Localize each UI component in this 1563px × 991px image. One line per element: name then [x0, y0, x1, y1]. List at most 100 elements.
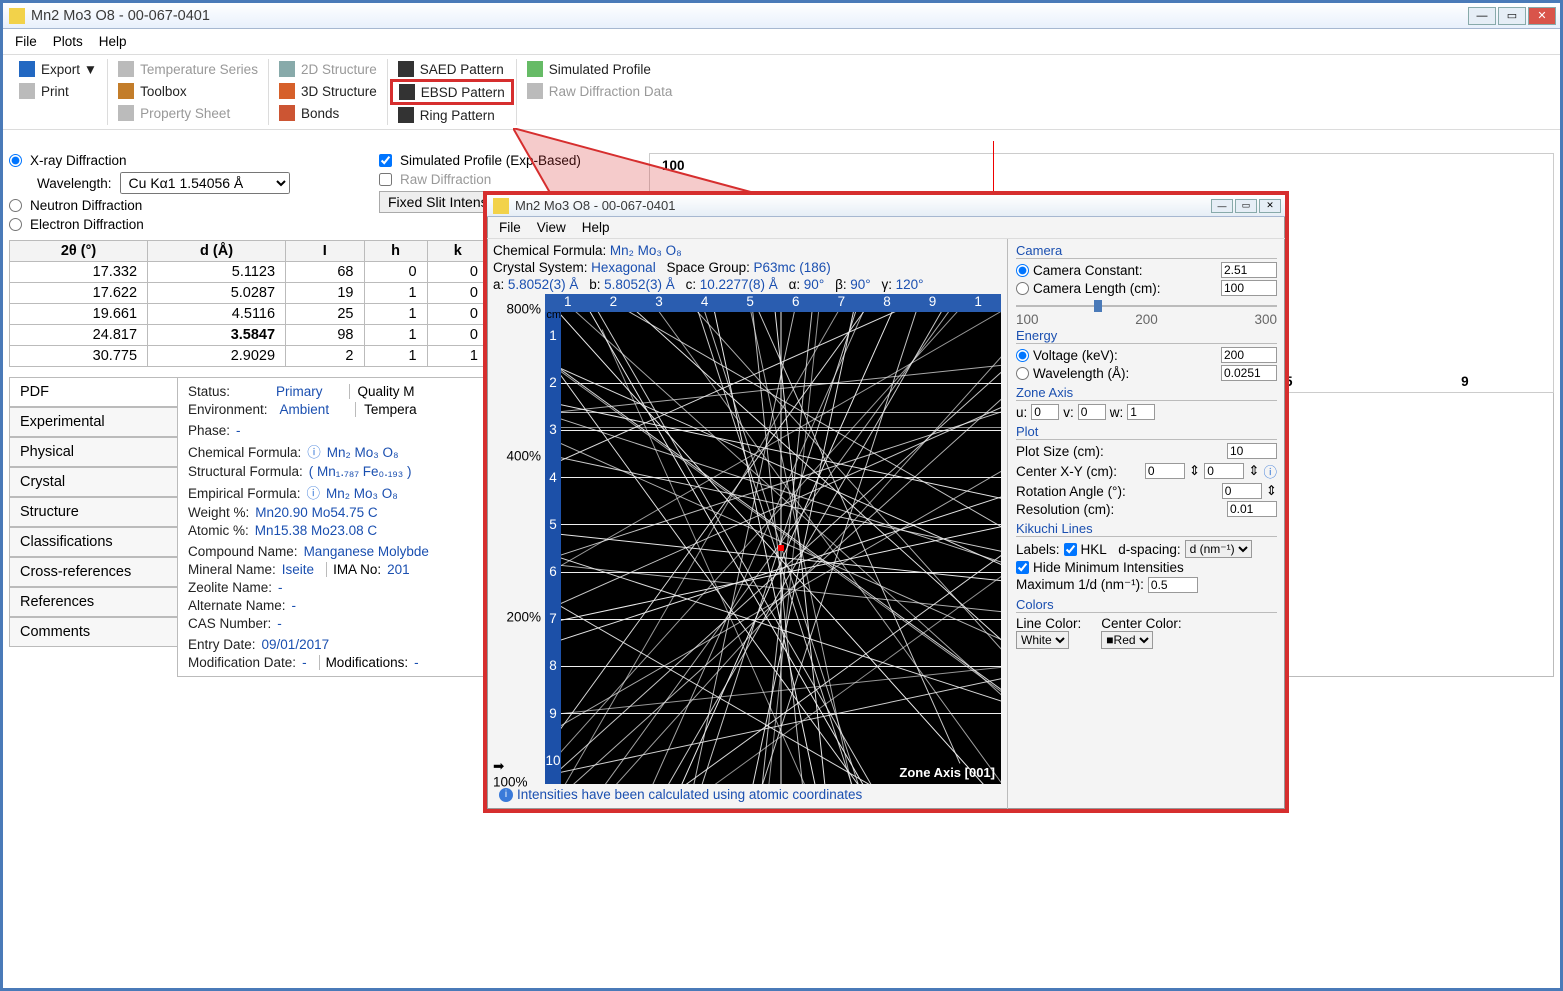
table-header[interactable]: d (Å) [148, 241, 286, 262]
tab-pdf[interactable]: PDF [9, 377, 177, 407]
pattern-y-axis: 800% cm 400% 200% ➡ 100% [493, 294, 545, 784]
data-icon [527, 83, 543, 99]
info-icon[interactable]: ⓘ [1264, 461, 1278, 481]
camera-slider[interactable]: 100200300 [1016, 298, 1277, 314]
window-buttons: — ▭ ✕ [1468, 7, 1556, 25]
wavelength-input[interactable] [1221, 365, 1277, 381]
table-header[interactable]: h [364, 241, 427, 262]
page-icon [118, 61, 134, 77]
xray-radio[interactable]: X-ray Diffraction [9, 153, 359, 168]
bonds-button[interactable]: Bonds [273, 103, 383, 123]
camera-length-radio[interactable] [1016, 282, 1029, 295]
zone-v-input[interactable] [1078, 404, 1106, 420]
table-header[interactable]: k [427, 241, 488, 262]
main-titlebar: Mn2 Mo3 O8 - 00-067-0401 — ▭ ✕ [3, 3, 1560, 29]
line-color-select[interactable]: White [1016, 631, 1069, 649]
tab-cross-references[interactable]: Cross-references [9, 557, 177, 587]
menu-plots[interactable]: Plots [47, 32, 89, 51]
app-icon [493, 198, 509, 214]
print-button[interactable]: Print [13, 81, 103, 101]
popup-menu-help[interactable]: Help [576, 218, 616, 237]
zone-u-input[interactable] [1031, 404, 1059, 420]
popup-minimize-button[interactable]: — [1211, 199, 1233, 213]
simulated-profile-button[interactable]: Simulated Profile [521, 59, 1550, 79]
center-x-input[interactable] [1145, 463, 1185, 479]
raw-diffraction-button[interactable]: Raw Diffraction Data [521, 81, 1550, 101]
tab-references[interactable]: References [9, 587, 177, 617]
main-menubar: File Plots Help [3, 29, 1560, 55]
table-row[interactable]: 17.6225.02871910 [10, 283, 489, 304]
ebsd-pattern-button[interactable]: EBSD Pattern [390, 79, 514, 105]
toolbox-button[interactable]: Toolbox [112, 81, 264, 101]
table-row[interactable]: 19.6614.51162510 [10, 304, 489, 325]
sim-profile-checkbox[interactable] [379, 154, 392, 167]
toolbox-icon [118, 83, 134, 99]
resolution-input[interactable] [1227, 501, 1277, 517]
table-header[interactable]: I [286, 241, 364, 262]
camera-constant-radio[interactable] [1016, 264, 1029, 277]
camera-length-input[interactable] [1221, 280, 1277, 296]
print-icon [19, 83, 35, 99]
pattern-x-axis: 1234567891 [545, 294, 1001, 312]
fixed-slit-button[interactable]: Fixed Slit Intens [379, 191, 497, 213]
table-row[interactable]: 17.3325.11236800 [10, 262, 489, 283]
hide-min-checkbox[interactable] [1016, 561, 1029, 574]
temperature-series-button[interactable]: Temperature Series [112, 59, 264, 79]
zone-axis-label: Zone Axis [001] [899, 765, 995, 780]
center-y-input[interactable] [1204, 463, 1244, 479]
popup-menu-view[interactable]: View [531, 218, 572, 237]
table-header[interactable]: 2θ (°) [10, 241, 148, 262]
voltage-input[interactable] [1221, 347, 1277, 363]
menu-file[interactable]: File [9, 32, 43, 51]
property-sheet-button[interactable]: Property Sheet [112, 103, 264, 123]
camera-constant-input[interactable] [1221, 262, 1277, 278]
detail-tabs: PDFExperimentalPhysicalCrystalStructureC… [9, 377, 177, 677]
window-title: Mn2 Mo3 O8 - 00-067-0401 [31, 8, 1468, 24]
dspacing-select[interactable]: d (nm⁻¹) [1185, 540, 1252, 558]
hkl-checkbox[interactable] [1064, 543, 1077, 556]
2d-icon [279, 61, 295, 77]
max-d-input[interactable] [1148, 577, 1198, 593]
center-dot [778, 545, 784, 551]
electron-radio[interactable]: Electron Diffraction [9, 217, 359, 232]
ring-pattern-button[interactable]: Ring Pattern [392, 105, 512, 125]
center-color-select[interactable]: ■Red [1101, 631, 1153, 649]
tab-classifications[interactable]: Classifications [9, 527, 177, 557]
saed-pattern-button[interactable]: SAED Pattern [392, 59, 512, 79]
app-icon [9, 8, 25, 24]
voltage-radio[interactable] [1016, 349, 1029, 362]
plot-size-input[interactable] [1227, 443, 1277, 459]
2d-structure-button[interactable]: 2D Structure [273, 59, 383, 79]
main-toolbar: Export ▼ Print . Temperature Series Tool… [3, 55, 1560, 130]
reflections-table: 2θ (°)d (Å)Ihk 17.3325.1123680017.6225.0… [9, 240, 489, 367]
table-row[interactable]: 24.8173.58479810 [10, 325, 489, 346]
chart-icon [527, 61, 543, 77]
wavelength-select[interactable]: Cu Kα1 1.54056 Å [120, 172, 290, 194]
page-icon [118, 105, 134, 121]
wavelength-radio[interactable] [1016, 367, 1029, 380]
ebsd-pattern-display: Zone Axis [001] [561, 312, 1001, 784]
export-button[interactable]: Export ▼ [13, 59, 103, 79]
popup-maximize-button[interactable]: ▭ [1235, 199, 1257, 213]
tab-crystal[interactable]: Crystal [9, 467, 177, 497]
maximize-button[interactable]: ▭ [1498, 7, 1526, 25]
table-row[interactable]: 30.7752.9029211 [10, 346, 489, 367]
popup-menu-file[interactable]: File [493, 218, 527, 237]
3d-structure-button[interactable]: 3D Structure [273, 81, 383, 101]
bonds-icon [279, 105, 295, 121]
menu-help[interactable]: Help [93, 32, 133, 51]
tab-comments[interactable]: Comments [9, 617, 177, 647]
popup-footer-note: iIntensities have been calculated using … [493, 784, 1001, 805]
ebsd-popup: Mn2 Mo3 O8 - 00-067-0401 — ▭ ✕ File View… [483, 191, 1289, 813]
zone-w-input[interactable] [1127, 404, 1155, 420]
tab-experimental[interactable]: Experimental [9, 407, 177, 437]
close-button[interactable]: ✕ [1528, 7, 1556, 25]
tab-structure[interactable]: Structure [9, 497, 177, 527]
wavelength-label: Wavelength: [37, 176, 112, 191]
neutron-radio[interactable]: Neutron Diffraction [9, 198, 359, 213]
raw-diffraction-checkbox[interactable] [379, 173, 392, 186]
minimize-button[interactable]: — [1468, 7, 1496, 25]
tab-physical[interactable]: Physical [9, 437, 177, 467]
rotation-input[interactable] [1222, 483, 1262, 499]
popup-close-button[interactable]: ✕ [1259, 199, 1281, 213]
